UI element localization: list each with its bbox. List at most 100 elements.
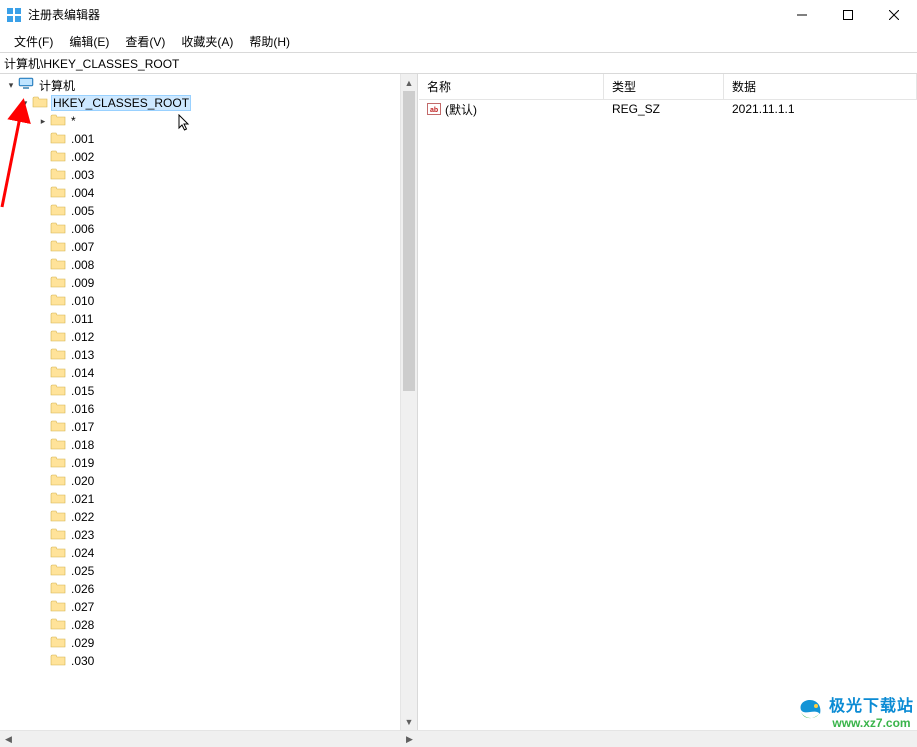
- folder-icon: [50, 437, 66, 453]
- tree-label: .001: [69, 131, 96, 147]
- tree-node[interactable]: .014: [0, 364, 400, 382]
- tree-label: .026: [69, 581, 96, 597]
- menu-file[interactable]: 文件(F): [6, 31, 61, 52]
- tree-label: .012: [69, 329, 96, 345]
- tree-label: .015: [69, 383, 96, 399]
- tree-node[interactable]: .025: [0, 562, 400, 580]
- menu-view[interactable]: 查看(V): [117, 31, 173, 52]
- list-body[interactable]: ab (默认) REG_SZ 2021.11.1.1: [419, 100, 917, 118]
- tree-label: .022: [69, 509, 96, 525]
- tree-label: .027: [69, 599, 96, 615]
- folder-icon: [50, 545, 66, 561]
- chevron-right-icon[interactable]: ▸: [36, 116, 50, 127]
- folder-icon: [50, 509, 66, 525]
- tree-node[interactable]: .019: [0, 454, 400, 472]
- tree-label: .003: [69, 167, 96, 183]
- tree-node[interactable]: .003: [0, 166, 400, 184]
- column-header-data[interactable]: 数据: [724, 74, 917, 99]
- tree-label: .004: [69, 185, 96, 201]
- menu-edit[interactable]: 编辑(E): [61, 31, 117, 52]
- chevron-down-icon[interactable]: ▾: [4, 80, 18, 91]
- tree-node[interactable]: .013: [0, 346, 400, 364]
- tree-node[interactable]: .016: [0, 400, 400, 418]
- folder-icon: [50, 167, 66, 183]
- tree-vertical-scrollbar[interactable]: ▲ ▼: [400, 74, 417, 730]
- tree-node[interactable]: .008: [0, 256, 400, 274]
- tree-label: .028: [69, 617, 96, 633]
- tree-node[interactable]: .028: [0, 616, 400, 634]
- tree-node[interactable]: .027: [0, 598, 400, 616]
- folder-icon: [50, 113, 66, 129]
- tree-node[interactable]: .002: [0, 148, 400, 166]
- scroll-thumb[interactable]: [403, 91, 415, 391]
- scroll-down-arrow-icon[interactable]: ▼: [401, 713, 417, 730]
- folder-icon: [50, 257, 66, 273]
- chevron-down-icon[interactable]: ▾: [18, 98, 32, 109]
- folder-icon: [50, 455, 66, 471]
- menu-help[interactable]: 帮助(H): [241, 31, 298, 52]
- tree-view[interactable]: ▾ 计算机 ▾: [0, 74, 400, 730]
- tree-node[interactable]: .026: [0, 580, 400, 598]
- tree-node[interactable]: .020: [0, 472, 400, 490]
- tree-label: .016: [69, 401, 96, 417]
- tree-node[interactable]: .029: [0, 634, 400, 652]
- tree-label: .030: [69, 653, 96, 669]
- tree-label: .017: [69, 419, 96, 435]
- tree-label: .020: [69, 473, 96, 489]
- tree-node[interactable]: .024: [0, 544, 400, 562]
- tree-node[interactable]: .011: [0, 310, 400, 328]
- tree-node[interactable]: .004: [0, 184, 400, 202]
- tree-label: .024: [69, 545, 96, 561]
- column-header-type[interactable]: 类型: [604, 74, 724, 99]
- tree-label: .029: [69, 635, 96, 651]
- address-bar[interactable]: 计算机\HKEY_CLASSES_ROOT: [0, 52, 917, 74]
- list-row[interactable]: ab (默认) REG_SZ 2021.11.1.1: [419, 100, 917, 118]
- tree-label: .021: [69, 491, 96, 507]
- regedit-app-icon: [6, 7, 22, 23]
- tree-node-computer[interactable]: ▾ 计算机: [0, 76, 400, 94]
- folder-icon: [50, 203, 66, 219]
- tree-node[interactable]: .022: [0, 508, 400, 526]
- address-path: 计算机\HKEY_CLASSES_ROOT: [4, 55, 179, 72]
- folder-icon: [50, 275, 66, 291]
- tree-node[interactable]: .015: [0, 382, 400, 400]
- tree-label: *: [69, 113, 78, 129]
- tree-node[interactable]: .005: [0, 202, 400, 220]
- scroll-left-arrow-icon[interactable]: ◀: [0, 731, 17, 747]
- folder-icon: [50, 599, 66, 615]
- horizontal-scrollbar[interactable]: ◀ ▶: [0, 730, 917, 747]
- tree-node[interactable]: .012: [0, 328, 400, 346]
- folder-icon: [50, 581, 66, 597]
- tree-label: .019: [69, 455, 96, 471]
- tree-node[interactable]: .030: [0, 652, 400, 670]
- tree-node[interactable]: .009: [0, 274, 400, 292]
- folder-icon: [50, 473, 66, 489]
- tree-node[interactable]: .017: [0, 418, 400, 436]
- scroll-right-arrow-icon[interactable]: ▶: [401, 731, 418, 747]
- tree-node[interactable]: .001: [0, 130, 400, 148]
- svg-text:ab: ab: [430, 107, 438, 114]
- column-header-name[interactable]: 名称: [419, 74, 604, 99]
- tree-node-hkcr[interactable]: ▾ HKEY_CLASSES_ROOT: [0, 94, 400, 112]
- folder-icon: [32, 95, 48, 111]
- maximize-button[interactable]: [825, 0, 871, 30]
- tree-node[interactable]: .021: [0, 490, 400, 508]
- menu-favorites[interactable]: 收藏夹(A): [173, 31, 241, 52]
- tree-node-star[interactable]: ▸ *: [0, 112, 400, 130]
- folder-icon: [50, 329, 66, 345]
- close-button[interactable]: [871, 0, 917, 30]
- minimize-button[interactable]: [779, 0, 825, 30]
- tree-label: .014: [69, 365, 96, 381]
- tree-node[interactable]: .010: [0, 292, 400, 310]
- reg-sz-icon: ab: [427, 102, 441, 116]
- tree-node[interactable]: .007: [0, 238, 400, 256]
- tree-node[interactable]: .023: [0, 526, 400, 544]
- tree-label: .008: [69, 257, 96, 273]
- tree-label: .005: [69, 203, 96, 219]
- scroll-up-arrow-icon[interactable]: ▲: [401, 74, 417, 91]
- folder-icon: [50, 635, 66, 651]
- tree-node[interactable]: .018: [0, 436, 400, 454]
- folder-icon: [50, 221, 66, 237]
- tree-node[interactable]: .006: [0, 220, 400, 238]
- scroll-track[interactable]: [17, 731, 401, 747]
